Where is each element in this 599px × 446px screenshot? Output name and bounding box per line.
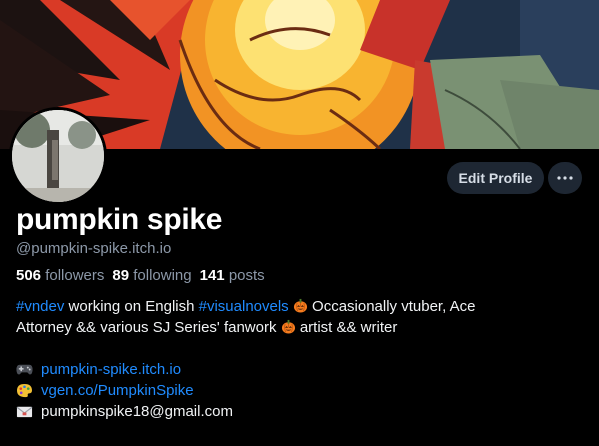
pumpkin-icon [293, 298, 307, 313]
following-label: following [133, 267, 192, 284]
hashtag-vndev[interactable]: #vndev [16, 298, 64, 315]
edit-profile-label: Edit Profile [458, 170, 533, 186]
display-name: pumpkin spike [16, 203, 223, 236]
posts-label: posts [228, 267, 265, 284]
palette-icon [17, 383, 32, 398]
posts-stat: 141 posts [200, 267, 265, 284]
bio-link-itch: pumpkin-spike.itch.io [16, 359, 586, 380]
bio-line-2: Attorney && various SJ Series' fanwork a… [16, 317, 586, 338]
email-text[interactable]: pumpkinspike18@gmail.com [41, 401, 233, 422]
bio-text-4: artist && writer [295, 319, 398, 336]
bio-text-2: Occasionally vtuber, Ace [307, 298, 476, 315]
bio-text-3: Attorney && various SJ Series' fanwork [16, 319, 277, 336]
gamepad-icon [16, 364, 33, 375]
envelope-icon [16, 406, 33, 418]
bio-line-1: #vndev working on English #visualnovels … [16, 296, 586, 317]
following-stat[interactable]: 89 following [112, 267, 191, 284]
vgen-link[interactable]: vgen.co/PumpkinSpike [41, 380, 194, 401]
profile-handle[interactable]: @pumpkin-spike.itch.io [16, 240, 171, 257]
followers-label: followers [45, 267, 105, 284]
followers-count: 506 [16, 267, 42, 284]
itch-link[interactable]: pumpkin-spike.itch.io [41, 359, 181, 380]
hashtag-visualnovels[interactable]: #visualnovels [199, 298, 289, 315]
bio-link-vgen: vgen.co/PumpkinSpike [16, 380, 586, 401]
bio-spacer [16, 338, 586, 359]
bio-text-1: working on English [64, 298, 199, 315]
avatar-photo [12, 110, 104, 202]
avatar[interactable] [9, 107, 107, 205]
bio-email: pumpkinspike18@gmail.com [16, 401, 586, 422]
profile-page: Edit Profile pumpkin spike @pumpkin-spik… [0, 0, 599, 446]
profile-stats: 506 followers 89 following 141 posts [16, 267, 265, 284]
followers-stat[interactable]: 506 followers [16, 267, 104, 284]
more-options-button[interactable] [548, 162, 582, 194]
posts-count: 141 [199, 267, 225, 284]
profile-bio: #vndev working on English #visualnovels … [16, 296, 586, 422]
ellipsis-icon [557, 176, 573, 180]
pumpkin-icon [281, 319, 295, 334]
edit-profile-button[interactable]: Edit Profile [447, 162, 544, 194]
following-count: 89 [112, 267, 130, 284]
